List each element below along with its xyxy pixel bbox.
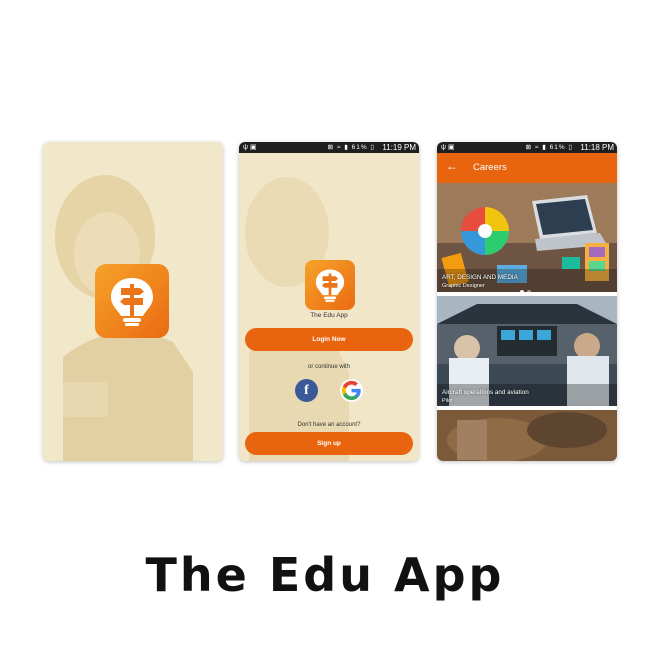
app-logo [95,264,169,338]
login-screen: ψ ▣ ⊠ ≈ ▮ 61% ▯ 11:19 PM The Edu App Log… [239,142,419,461]
status-bar: ψ ▣ ⊠ ≈ ▮ 61% ▯ 11:19 PM [239,142,419,153]
facebook-icon[interactable]: f [295,379,318,402]
app-name-label: The Edu App [310,312,348,319]
back-arrow-icon[interactable]: ← [446,159,458,173]
status-time: 11:19 PM [382,143,416,152]
login-button[interactable]: Login Now [245,328,413,351]
continue-with-label: or continue with [307,364,351,370]
career-card-partial[interactable] [437,410,617,461]
facebook-glyph: f [304,383,309,398]
notification-icons: ψ ▣ [441,144,455,151]
google-logo [341,380,361,401]
career-role: Graphic Designer [442,283,485,289]
page-title: Careers [473,162,507,173]
lightbulb-signpost-logo [111,278,153,326]
notification-icons: ψ ▣ [243,144,257,151]
status-icons: ⊠ ≈ ▮ 61% ▯ [525,144,573,151]
no-account-label: Don't have an account? [297,422,361,428]
signup-button[interactable]: Sign up [245,432,413,455]
app-bar: ← Careers [437,153,617,183]
app-logo [305,260,355,310]
career-category: Aircraft operations and aviation [442,389,529,396]
careers-screen: ψ ▣ ⊠ ≈ ▮ 61% ▯ 11:18 PM ← Careers ART, … [437,142,617,461]
career-category: ART, DESIGN AND MEDIA [442,274,518,281]
career-card-aviation[interactable]: Aircraft operations and aviation Pilot [437,296,617,406]
status-icons: ⊠ ≈ ▮ 61% ▯ [327,144,375,151]
career-photo-partial [437,410,617,461]
headline-title: The Edu App [145,548,505,602]
career-card-art-design[interactable]: ART, DESIGN AND MEDIA Graphic Designer [437,183,617,292]
battery-level: 61% [351,144,368,151]
carousel-dots [520,281,534,292]
status-time: 11:18 PM [580,143,614,152]
lightbulb-signpost-logo [315,269,345,302]
splash-screen [43,142,223,461]
google-icon[interactable] [340,379,363,402]
battery-level: 61% [549,144,566,151]
career-role: Pilot [442,398,453,404]
status-bar: ψ ▣ ⊠ ≈ ▮ 61% ▯ 11:18 PM [437,142,617,153]
